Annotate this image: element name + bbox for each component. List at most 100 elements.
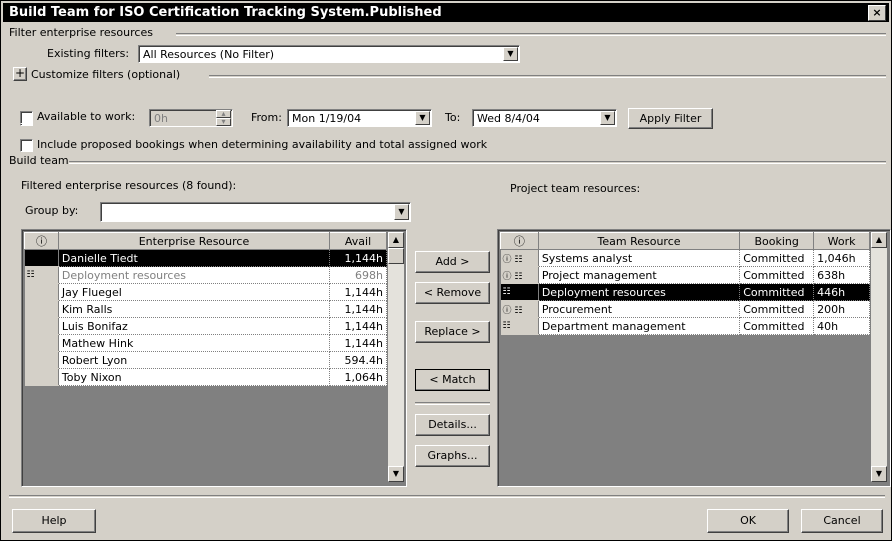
table-row[interactable]: ⓘ ☷ Systems analyst Committed 1,046h bbox=[500, 249, 870, 267]
filter-group-divider bbox=[176, 33, 886, 36]
team-resource-name[interactable]: Systems analyst bbox=[538, 249, 741, 267]
existing-filters-dropdown[interactable]: All Resources (No Filter) ▼ bbox=[138, 45, 520, 63]
hours-spinner[interactable]: 0h ▴ ▾ bbox=[149, 109, 233, 127]
row-indicator bbox=[24, 300, 59, 318]
resource-avail[interactable]: 1,144h bbox=[329, 334, 387, 352]
enterprise-resource-grid: ⓘ Enterprise Resource Avail Danielle Tie… bbox=[21, 229, 407, 487]
team-resource-name[interactable]: Department management bbox=[538, 317, 741, 335]
resource-name[interactable]: Jay Fluegel bbox=[58, 283, 331, 301]
generic-resource-icon: ☷ bbox=[24, 266, 59, 284]
help-button[interactable]: Help bbox=[12, 509, 96, 533]
team-resource-name[interactable]: Project management bbox=[538, 266, 741, 284]
table-row[interactable]: Luis Bonifaz 1,144h bbox=[24, 317, 387, 335]
customize-filters-label: Customize filters (optional) bbox=[31, 68, 181, 81]
resource-name[interactable]: Mathew Hink bbox=[58, 334, 331, 352]
to-date-field[interactable]: Wed 8/4/04 ▼ bbox=[472, 109, 617, 127]
team-resource-name[interactable]: Deployment resources bbox=[538, 283, 741, 301]
row-indicator bbox=[24, 368, 59, 386]
team-resource-name[interactable]: Procurement bbox=[538, 300, 741, 318]
customize-divider bbox=[209, 75, 886, 78]
spin-down-icon[interactable]: ▾ bbox=[216, 118, 231, 126]
team-header-row: ⓘ Team Resource Booking Work bbox=[500, 232, 870, 250]
scroll-down-icon[interactable]: ▼ bbox=[388, 466, 404, 482]
group-by-dropdown[interactable]: ▼ bbox=[100, 202, 411, 222]
booking-header[interactable]: Booking bbox=[739, 232, 815, 250]
resource-avail[interactable]: 1,144h bbox=[329, 283, 387, 301]
build-team-divider bbox=[69, 161, 886, 164]
add-button[interactable]: Add > bbox=[415, 251, 490, 273]
chevron-down-icon[interactable]: ▼ bbox=[600, 111, 615, 125]
enterprise-resource-header[interactable]: Enterprise Resource bbox=[57, 232, 331, 250]
table-row[interactable]: Danielle Tiedt 1,144h bbox=[24, 249, 387, 267]
team-work[interactable]: 200h bbox=[813, 300, 870, 318]
team-booking[interactable]: Committed bbox=[739, 283, 815, 301]
chevron-down-icon[interactable]: ▼ bbox=[503, 47, 518, 61]
group-by-label: Group by: bbox=[25, 204, 79, 217]
from-label: From: bbox=[251, 111, 282, 124]
resource-avail[interactable]: 594.4h bbox=[329, 351, 387, 369]
team-booking[interactable]: Committed bbox=[739, 300, 815, 318]
scroll-thumb[interactable] bbox=[388, 248, 404, 264]
enterprise-scrollbar[interactable]: ▲ ▼ bbox=[388, 232, 404, 482]
info-header-icon[interactable]: ⓘ bbox=[500, 232, 539, 250]
team-booking[interactable]: Committed bbox=[739, 266, 815, 284]
cancel-button[interactable]: Cancel bbox=[801, 509, 883, 533]
resource-name[interactable]: Toby Nixon bbox=[58, 368, 331, 386]
team-scrollbar[interactable]: ▲ ▼ bbox=[871, 232, 887, 482]
scroll-up-icon[interactable]: ▲ bbox=[388, 232, 404, 248]
resource-avail[interactable]: 1,144h bbox=[329, 300, 387, 318]
details-button[interactable]: Details... bbox=[415, 414, 490, 436]
chevron-down-icon[interactable]: ▼ bbox=[415, 111, 430, 125]
table-row[interactable]: ☷ Deployment resources Committed 446h bbox=[500, 283, 870, 301]
replace-button[interactable]: Replace > bbox=[415, 321, 490, 343]
team-work[interactable]: 40h bbox=[813, 317, 870, 335]
chevron-down-icon[interactable]: ▼ bbox=[394, 204, 409, 220]
table-row[interactable]: ⓘ ☷ Procurement Committed 200h bbox=[500, 300, 870, 318]
resource-name[interactable]: Robert Lyon bbox=[58, 351, 331, 369]
table-row[interactable]: ⓘ ☷ Project management Committed 638h bbox=[500, 266, 870, 284]
team-resource-grid: ⓘ Team Resource Booking Work ⓘ ☷ Systems… bbox=[497, 229, 891, 487]
team-work[interactable]: 446h bbox=[813, 283, 870, 301]
customize-expand-button[interactable]: + bbox=[13, 67, 27, 81]
ok-button[interactable]: OK bbox=[707, 509, 789, 533]
scroll-down-icon[interactable]: ▼ bbox=[871, 466, 887, 482]
table-row[interactable]: ☷ Department management Committed 40h bbox=[500, 317, 870, 335]
team-work[interactable]: 1,046h bbox=[813, 249, 870, 267]
table-row[interactable]: Toby Nixon 1,064h bbox=[24, 368, 387, 386]
resource-avail[interactable]: 1,064h bbox=[329, 368, 387, 386]
table-row[interactable]: Jay Fluegel 1,144h bbox=[24, 283, 387, 301]
scroll-up-icon[interactable]: ▲ bbox=[871, 232, 887, 248]
table-row[interactable]: Robert Lyon 594.4h bbox=[24, 351, 387, 369]
remove-button[interactable]: < Remove bbox=[415, 282, 490, 304]
resource-avail[interactable]: 698h bbox=[329, 266, 387, 284]
resource-name[interactable]: Danielle Tiedt bbox=[58, 249, 331, 267]
resource-name[interactable]: Deployment resources bbox=[58, 266, 331, 284]
team-booking[interactable]: Committed bbox=[739, 317, 815, 335]
graphs-button[interactable]: Graphs... bbox=[415, 445, 490, 467]
avail-header[interactable]: Avail bbox=[329, 232, 387, 250]
available-checkbox-box[interactable] bbox=[20, 111, 33, 124]
from-date-field[interactable]: Mon 1/19/04 ▼ bbox=[287, 109, 432, 127]
include-proposed-checkbox[interactable] bbox=[20, 139, 33, 152]
team-table: ⓘ Team Resource Booking Work ⓘ ☷ Systems… bbox=[500, 232, 870, 335]
existing-filters-value: All Resources (No Filter) bbox=[143, 48, 275, 61]
table-row[interactable]: Mathew Hink 1,144h bbox=[24, 334, 387, 352]
resource-avail[interactable]: 1,144h bbox=[329, 317, 387, 335]
available-to-work-label: Available to work: bbox=[37, 110, 136, 123]
team-booking[interactable]: Committed bbox=[739, 249, 815, 267]
from-date-value: Mon 1/19/04 bbox=[292, 112, 362, 125]
title-bar[interactable]: Build Team for ISO Certification Trackin… bbox=[3, 3, 889, 22]
resource-name[interactable]: Luis Bonifaz bbox=[58, 317, 331, 335]
resource-avail[interactable]: 1,144h bbox=[329, 249, 387, 267]
team-work[interactable]: 638h bbox=[813, 266, 870, 284]
apply-filter-button[interactable]: Apply Filter bbox=[628, 108, 713, 129]
info-header-icon[interactable]: ⓘ bbox=[24, 232, 59, 250]
close-button[interactable]: × bbox=[868, 5, 886, 21]
table-row[interactable]: ☷ Deployment resources 698h bbox=[24, 266, 387, 284]
team-resource-header[interactable]: Team Resource bbox=[537, 232, 741, 250]
row-indicator bbox=[24, 249, 59, 267]
work-header[interactable]: Work bbox=[813, 232, 870, 250]
match-button[interactable]: < Match bbox=[415, 369, 490, 391]
table-row[interactable]: Kim Ralls 1,144h bbox=[24, 300, 387, 318]
resource-name[interactable]: Kim Ralls bbox=[58, 300, 331, 318]
